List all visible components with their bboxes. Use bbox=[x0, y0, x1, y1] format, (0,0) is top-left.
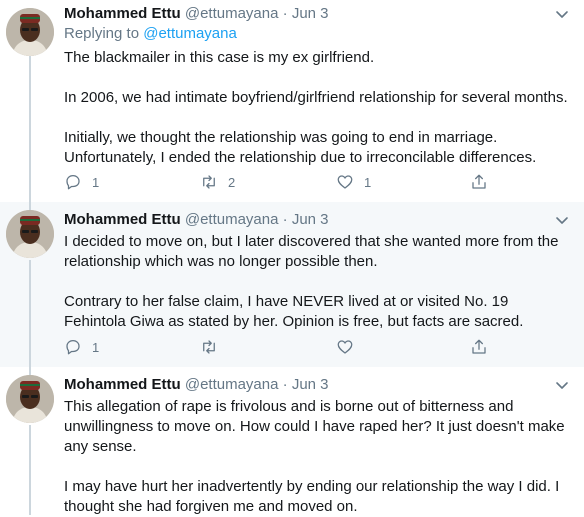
reply-count: 1 bbox=[92, 174, 100, 190]
tweet-paragraph: I decided to move on, but I later discov… bbox=[64, 233, 559, 270]
avatar-image bbox=[6, 210, 54, 258]
tweet-actions: 1 2 1 bbox=[64, 172, 504, 192]
tweet-header: Mohammed Ettu @ettumayana · Jun 3 bbox=[64, 210, 572, 230]
tweet[interactable]: Mohammed Ettu @ettumayana · Jun 3 I deci… bbox=[0, 202, 584, 367]
chevron-down-icon[interactable] bbox=[552, 375, 572, 395]
reply-mention-link[interactable]: @ettumayana bbox=[143, 25, 237, 42]
tweet-actions: 1 bbox=[64, 337, 504, 357]
thread-line bbox=[29, 367, 31, 375]
avatar-image bbox=[6, 8, 54, 56]
separator-dot: · bbox=[282, 5, 288, 22]
separator-dot: · bbox=[282, 376, 288, 393]
tweet-paragraph: Initially, we thought the relationship w… bbox=[64, 129, 537, 166]
tweet[interactable]: Mohammed Ettu @ettumayana · Jun 3 Replyi… bbox=[0, 0, 584, 202]
share-button[interactable] bbox=[470, 172, 488, 192]
retweet-button[interactable] bbox=[200, 337, 228, 357]
thread-line bbox=[29, 425, 31, 515]
tweet-paragraph: In 2006, we had intimate boyfriend/girlf… bbox=[64, 89, 568, 106]
tweet-paragraph: Contrary to her false claim, I have NEVE… bbox=[64, 293, 524, 330]
retweet-button[interactable]: 2 bbox=[200, 172, 235, 192]
retweet-icon bbox=[203, 340, 215, 354]
retweet-icon bbox=[203, 175, 215, 189]
like-button[interactable]: 1 bbox=[336, 172, 371, 192]
tweet-text: This allegation of rape is frivolous and… bbox=[64, 397, 572, 517]
tweet-date[interactable]: Jun 3 bbox=[292, 5, 329, 22]
retweet-count: 2 bbox=[228, 174, 236, 190]
thread-line bbox=[29, 260, 31, 367]
replying-to-label: Replying to bbox=[64, 25, 140, 42]
reply-icon bbox=[66, 339, 80, 355]
tweet-paragraph: I may have hurt her inadvertently by end… bbox=[64, 478, 560, 515]
avatar[interactable] bbox=[6, 210, 54, 258]
tweet-date[interactable]: Jun 3 bbox=[292, 211, 329, 228]
reply-count: 1 bbox=[92, 339, 100, 355]
tweet-header: Mohammed Ettu @ettumayana · Jun 3 bbox=[64, 375, 572, 395]
display-name[interactable]: Mohammed Ettu bbox=[64, 5, 181, 22]
tweet[interactable]: Mohammed Ettu @ettumayana · Jun 3 This a… bbox=[0, 367, 584, 515]
tweet-text: I decided to move on, but I later discov… bbox=[64, 232, 572, 332]
reply-button[interactable]: 1 bbox=[64, 337, 99, 357]
thread-line bbox=[29, 202, 31, 210]
chevron-down-icon[interactable] bbox=[552, 210, 572, 230]
separator-dot: · bbox=[282, 211, 288, 228]
share-icon bbox=[472, 339, 486, 354]
avatar[interactable] bbox=[6, 375, 54, 423]
user-handle[interactable]: @ettumayana bbox=[185, 376, 279, 393]
reply-icon bbox=[66, 174, 80, 190]
tweet-header: Mohammed Ettu @ettumayana · Jun 3 bbox=[64, 4, 572, 24]
like-button[interactable] bbox=[336, 337, 364, 357]
display-name[interactable]: Mohammed Ettu bbox=[64, 211, 181, 228]
replying-to: Replying to @ettumayana bbox=[64, 24, 572, 44]
user-handle[interactable]: @ettumayana bbox=[185, 5, 279, 22]
avatar[interactable] bbox=[6, 8, 54, 56]
chevron-down-icon[interactable] bbox=[552, 4, 572, 24]
share-button[interactable] bbox=[470, 337, 488, 357]
user-handle[interactable]: @ettumayana bbox=[185, 211, 279, 228]
tweet-paragraph: This allegation of rape is frivolous and… bbox=[64, 398, 565, 455]
tweet-paragraph: The blackmailer in this case is my ex gi… bbox=[64, 49, 375, 66]
avatar-image bbox=[6, 375, 54, 423]
tweet-text: The blackmailer in this case is my ex gi… bbox=[64, 48, 572, 168]
reply-button[interactable]: 1 bbox=[64, 172, 99, 192]
heart-icon bbox=[337, 340, 353, 354]
tweet-date[interactable]: Jun 3 bbox=[292, 376, 329, 393]
heart-icon bbox=[337, 175, 353, 189]
like-count: 1 bbox=[364, 174, 372, 190]
display-name[interactable]: Mohammed Ettu bbox=[64, 376, 181, 393]
thread-line bbox=[29, 56, 31, 202]
share-icon bbox=[472, 174, 486, 189]
